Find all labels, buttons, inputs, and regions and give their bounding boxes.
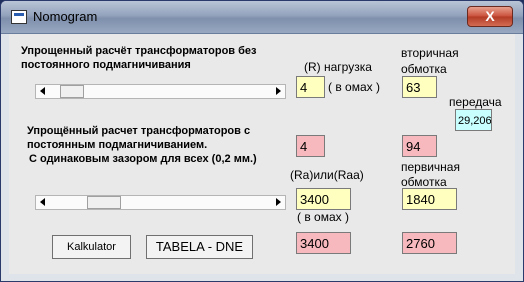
client-area: Упрощенный расчёт трансформаторов без по… xyxy=(9,34,515,274)
slider-ra-thumb[interactable] xyxy=(87,196,121,209)
ra-input[interactable]: 3400 xyxy=(296,188,351,210)
window-title: Nomogram xyxy=(33,9,98,24)
secondary-winding-result: 94 xyxy=(402,135,437,157)
transfer-ratio-field[interactable]: 29,206 xyxy=(455,109,492,131)
header2-line3: С одинаковым зазором для всех (0,2 мм.) xyxy=(29,153,257,165)
scroll-right-arrow-icon[interactable] xyxy=(276,87,281,95)
kalkulator-button[interactable]: Kalkulator xyxy=(52,235,131,259)
ra-result: 3400 xyxy=(296,232,351,254)
nomogram-window: Nomogram X Упрощенный расчёт трансформат… xyxy=(0,0,524,282)
r-load-input[interactable]: 4 xyxy=(296,76,325,98)
secondary-winding-input[interactable]: 63 xyxy=(402,76,437,98)
header1-line2: постоянного подмагничивания xyxy=(21,59,191,71)
primary-winding-result: 2760 xyxy=(402,232,457,254)
transfer-label: передача xyxy=(449,95,502,109)
close-button[interactable]: X xyxy=(467,6,513,27)
scroll-right-arrow-icon[interactable] xyxy=(276,198,281,206)
primary-winding-input[interactable]: 1840 xyxy=(402,188,457,210)
secondary-winding-label-1: вторичная xyxy=(401,46,459,60)
slider-load-thumb[interactable] xyxy=(60,85,84,98)
primary-winding-label-2: обмотка xyxy=(401,175,447,189)
r-load-result: 4 xyxy=(296,135,325,157)
in-ohms-label-2: ( в омах ) xyxy=(297,210,349,224)
tabela-dne-button[interactable]: TABELA - DNE xyxy=(146,235,253,259)
header2-line1: Упрощённый расчет трансформаторов с xyxy=(27,125,251,137)
header1-line1: Упрощенный расчёт трансформаторов без xyxy=(21,45,257,57)
scroll-left-arrow-icon[interactable] xyxy=(40,87,45,95)
primary-winding-label-1: первичная xyxy=(401,160,460,174)
r-load-label: (R) нагрузка xyxy=(304,60,372,74)
scroll-left-arrow-icon[interactable] xyxy=(40,198,45,206)
header2-line2: постоянным подмагничиванием. xyxy=(27,139,208,151)
in-ohms-label-1: ( в омах ) xyxy=(328,80,380,94)
secondary-winding-label-2: обмотка xyxy=(401,62,447,76)
ra-raa-label: (Ra)или(Raa) xyxy=(290,168,364,182)
title-bar[interactable]: Nomogram X xyxy=(1,1,523,34)
slider-load[interactable] xyxy=(35,84,286,99)
slider-ra[interactable] xyxy=(35,195,286,210)
app-icon xyxy=(11,10,27,24)
